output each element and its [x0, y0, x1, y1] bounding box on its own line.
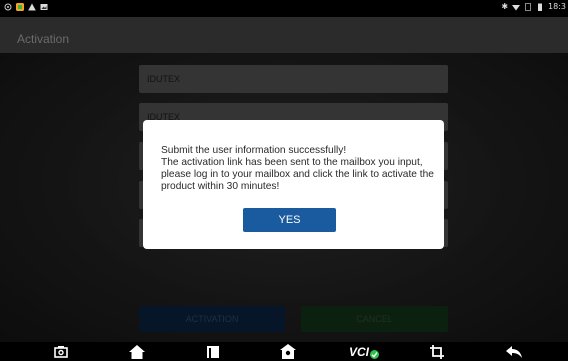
- navigation-bar: VCI: [0, 342, 568, 361]
- vci-icon[interactable]: VCI: [345, 343, 383, 360]
- status-right: ✱ 18:3: [501, 2, 566, 11]
- vci-label: VCI: [348, 344, 369, 359]
- image-notification-icon: [40, 4, 48, 10]
- success-dialog: Submit the user information successfully…: [143, 120, 444, 249]
- wifi-icon: [512, 4, 521, 10]
- status-time: 18:3: [548, 2, 566, 11]
- camera-icon[interactable]: [52, 343, 70, 360]
- back-icon[interactable]: [505, 343, 523, 360]
- status-bar: ✱ 18:3: [0, 0, 568, 17]
- page-title: Activation: [17, 32, 70, 46]
- battery-icon: [538, 3, 543, 11]
- warning-triangle-icon: [28, 3, 36, 11]
- shop-icon[interactable]: [279, 343, 297, 360]
- bluetooth-icon: ✱: [501, 2, 509, 11]
- crop-icon[interactable]: [428, 343, 446, 360]
- status-left-icons: [4, 3, 48, 11]
- app-notification-icon: [16, 3, 24, 11]
- home-icon[interactable]: [128, 343, 146, 360]
- yes-button[interactable]: YES: [243, 208, 336, 232]
- sim-icon: [525, 2, 532, 11]
- circle-status-icon: [4, 3, 12, 11]
- app-header: Activation: [0, 17, 568, 53]
- vci-check-icon: [370, 349, 379, 359]
- dialog-message: Submit the user information successfully…: [161, 145, 434, 192]
- window-icon[interactable]: [205, 343, 221, 360]
